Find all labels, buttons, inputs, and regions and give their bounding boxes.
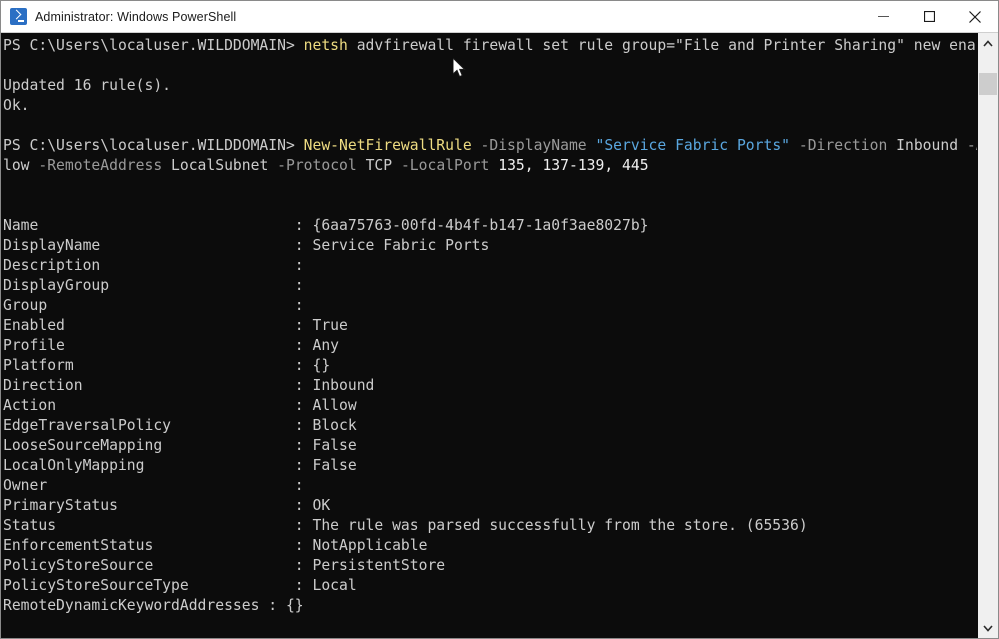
console-line: low -RemoteAddress LocalSubnet -Protocol… [3,156,977,176]
console-line: RemoteDynamicKeywordAddresses : {} [3,596,977,616]
console-token: -DisplayName [480,137,587,154]
console-line: Ok. [3,96,977,116]
console-token: Status : The rule was parsed successfull… [3,517,808,534]
console-token: PS C:\Users\localuser.WILDDOMAIN> [3,37,304,54]
console-line: DisplayName : Service Fabric Ports [3,236,977,256]
console-token: 135, 137-139, 445 [489,157,649,174]
console-line: DisplayGroup : [3,276,977,296]
console-token [472,137,481,154]
console-line: Action : Allow [3,396,977,416]
console-line: PS C:\Users\localuser.WILDDOMAIN> New-Ne… [3,136,977,156]
console-line: LooseSourceMapping : False [3,436,977,456]
console-token: New-NetFirewallRule [303,137,472,154]
console-token: Profile : Any [3,337,340,354]
minimize-icon [877,16,889,17]
console-token: low [3,157,39,174]
powershell-window: Administrator: Windows PowerShell PS C:\… [0,0,999,639]
console-token: DisplayName : Service Fabric Ports [3,237,490,254]
console-token: LocalSubnet [162,157,278,174]
scrollbar-thumb[interactable] [979,73,997,95]
console-token: Platform : {} [3,357,331,374]
console-line: PolicyStoreSourceType : Local [3,576,977,596]
console-token: Description : [3,257,304,274]
console-token: Action : Allow [3,397,357,414]
console-token: PolicyStoreSourceType : Local [3,577,357,594]
console-token: advfirewall firewall set rule group="Fil… [347,37,977,54]
console-token: LocalOnlyMapping : False [3,457,357,474]
console-token: Name : {6aa75763-00fd-4b4f-b147-1a0f3ae8… [3,217,649,234]
console-line: Group : [3,296,977,316]
console-area: PS C:\Users\localuser.WILDDOMAIN> netsh … [1,33,998,638]
maximize-button[interactable] [906,1,952,32]
console-token: Inbound [887,137,967,154]
console-line: Platform : {} [3,356,977,376]
console-line: EnforcementStatus : NotApplicable [3,536,977,556]
console-token: Owner : [3,477,304,494]
close-icon [969,10,981,23]
console-token: -Direction [798,137,888,154]
title-bar[interactable]: Administrator: Windows PowerShell [1,1,998,33]
console-token: EnforcementStatus : NotApplicable [3,537,428,554]
maximize-icon [923,11,935,22]
console-token: netsh [303,37,348,54]
window-controls [860,1,998,32]
console-token: PrimaryStatus : OK [3,497,331,514]
console-line: Direction : Inbound [3,376,977,396]
console-token: TCP [356,157,401,174]
console-token: LooseSourceMapping : False [3,437,357,454]
console-line: Name : {6aa75763-00fd-4b4f-b147-1a0f3ae8… [3,216,977,236]
console-token: Updated 16 rule(s). [3,77,172,94]
chevron-up-icon [983,39,993,47]
console-line: Description : [3,256,977,276]
scroll-down-button[interactable] [978,618,998,638]
console-token: "Service Fabric Ports" [595,137,791,154]
console-token: PolicyStoreSource : PersistentStore [3,557,446,574]
scrollbar-track[interactable] [978,53,998,618]
close-button[interactable] [952,1,998,32]
console-token: -Protocol [277,157,357,174]
vertical-scrollbar[interactable] [977,33,998,638]
console-token: -RemoteAddress [38,157,163,174]
console-line: Updated 16 rule(s). [3,76,977,96]
console-line: PS C:\Users\localuser.WILDDOMAIN> netsh … [3,36,977,56]
chevron-down-icon [983,624,993,632]
console-line: PrimaryStatus : OK [3,496,977,516]
console-token: Enabled : True [3,317,348,334]
console-line: Status : The rule was parsed successfull… [3,516,977,536]
console-token: Direction : Inbound [3,377,375,394]
console-token: RemoteDynamicKeywordAddresses : {} [3,597,304,614]
console-token: -LocalPort [400,157,490,174]
minimize-button[interactable] [860,1,906,32]
console-token: Group : [3,297,304,314]
console-line: Owner : [3,476,977,496]
console-line: EdgeTraversalPolicy : Block [3,416,977,436]
console-line: Profile : Any [3,336,977,356]
console-token: -Action [966,137,977,154]
console-line: Enabled : True [3,316,977,336]
powershell-icon [10,8,27,25]
console-token: PS C:\Users\localuser.WILDDOMAIN> [3,137,304,154]
console-token: DisplayGroup : [3,277,304,294]
console-token: Ok. [3,97,30,114]
window-title: Administrator: Windows PowerShell [35,9,237,24]
console-line: PolicyStoreSource : PersistentStore [3,556,977,576]
console-output[interactable]: PS C:\Users\localuser.WILDDOMAIN> netsh … [1,33,977,638]
console-line: LocalOnlyMapping : False [3,456,977,476]
scroll-up-button[interactable] [978,33,998,53]
console-token [790,137,799,154]
console-token: EdgeTraversalPolicy : Block [3,417,357,434]
